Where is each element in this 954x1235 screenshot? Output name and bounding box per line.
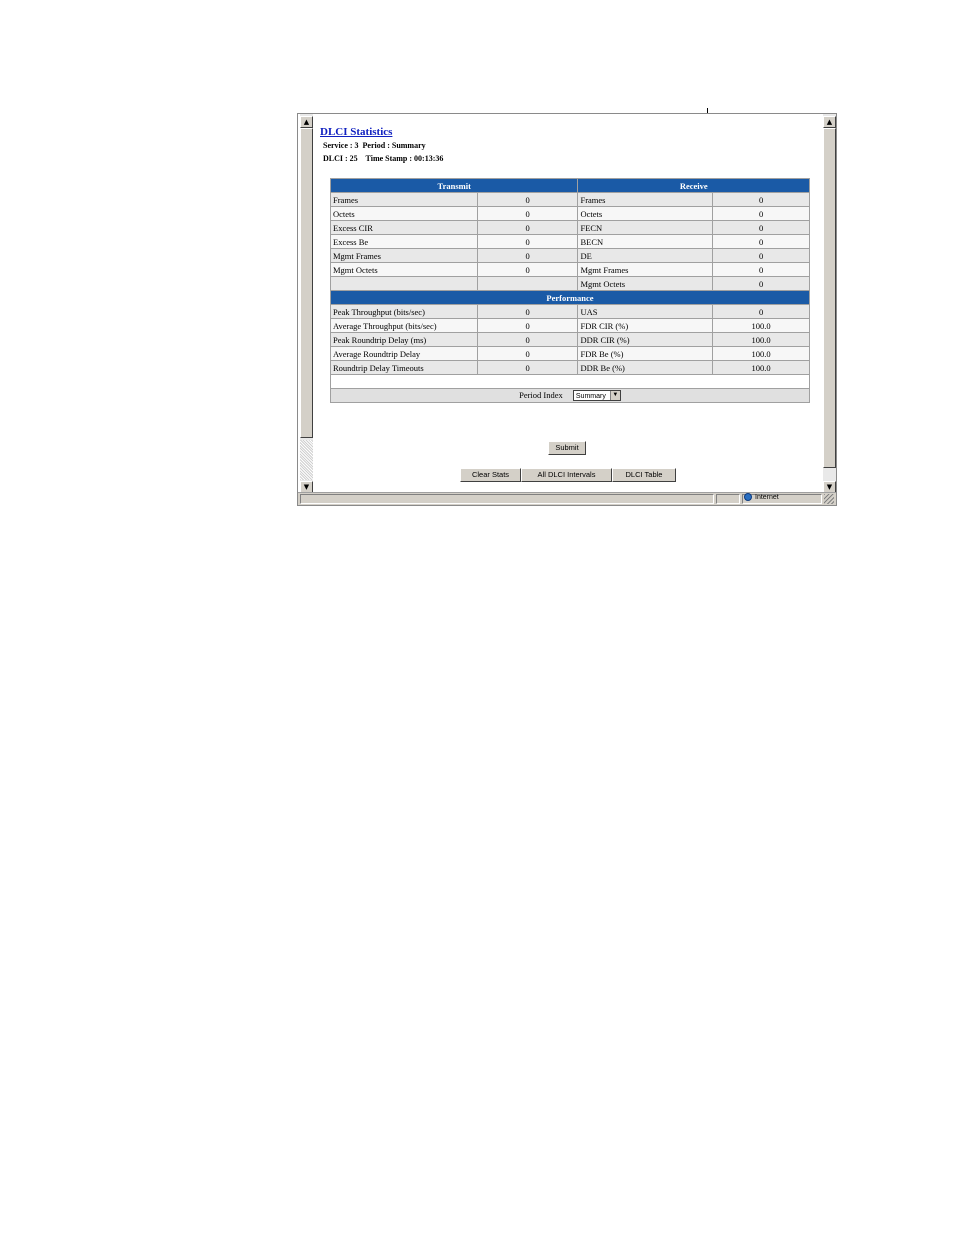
period-index-row: Period Index Summary ▼ — [330, 388, 810, 403]
receive-label: DE — [577, 248, 714, 263]
receive-value: 0 — [712, 248, 810, 263]
receive-label: Mgmt Frames — [577, 262, 714, 277]
receive-value: 0 — [712, 262, 810, 277]
submit-button[interactable]: Submit — [548, 441, 586, 455]
transmit-label: Peak Roundtrip Delay (ms) — [330, 332, 478, 347]
transmit-label: Average Throughput (bits/sec) — [330, 318, 478, 333]
left-scroll-track — [300, 440, 313, 480]
transmit-value: 0 — [476, 304, 579, 319]
receive-value: 100.0 — [712, 346, 810, 361]
receive-label: DDR CIR (%) — [577, 332, 714, 347]
right-scroll-thumb[interactable] — [823, 128, 836, 468]
transmit-label: Roundtrip Delay Timeouts — [330, 360, 478, 375]
receive-value: 0 — [712, 304, 810, 319]
period-index-label: Period Index — [519, 389, 563, 400]
receive-value: 0 — [712, 192, 810, 207]
transmit-label: Average Roundtrip Delay — [330, 346, 478, 361]
receive-label: UAS — [577, 304, 714, 319]
table-row: Mgmt Octets 0 Mgmt Frames 0 — [330, 262, 810, 277]
receive-header: Receive — [577, 178, 810, 193]
receive-value: 100.0 — [712, 332, 810, 347]
browser-window: ▲ ▼ DLCI Statistics Service : 3 Period :… — [297, 113, 837, 506]
receive-value: 0 — [712, 206, 810, 221]
left-scrollbar[interactable]: ▲ ▼ — [300, 114, 313, 493]
transmit-label: Mgmt Frames — [330, 248, 478, 263]
receive-value: 0 — [712, 234, 810, 249]
globe-icon — [744, 493, 752, 502]
receive-label: BECN — [577, 234, 714, 249]
security-zone: Internet — [744, 493, 779, 503]
status-pane-small — [716, 494, 740, 504]
status-bar: Internet — [298, 492, 836, 505]
table-row: Excess Be 0 BECN 0 — [330, 234, 810, 249]
transmit-header: Transmit — [329, 178, 579, 193]
dlci-stats-table: Transmit Receive Frames 0 Frames 0 Octets 0 Oc… — [329, 178, 810, 403]
transmit-value: 0 — [476, 192, 579, 207]
transmit-label: Mgmt Octets — [330, 262, 478, 277]
status-pane-main — [300, 494, 714, 504]
page-content: DLCI Statistics Service : 3 Period : Sum… — [316, 114, 824, 493]
transmit-label: Peak Throughput (bits/sec) — [330, 304, 478, 319]
transmit-value: 0 — [476, 346, 579, 361]
right-scrollbar[interactable]: ▲ ▼ — [823, 114, 836, 493]
transmit-value: 0 — [476, 248, 579, 263]
spacer-row — [330, 374, 810, 389]
table-row: Peak Roundtrip Delay (ms) 0 DDR CIR (%) 100… — [330, 332, 810, 347]
receive-label: FDR CIR (%) — [577, 318, 714, 333]
performance-header: Performance — [330, 290, 810, 305]
transmit-value: 0 — [476, 206, 579, 221]
counter-rows: Frames 0 Frames 0 Octets 0 Octets 0 Excess CIR 0 F… — [330, 192, 810, 291]
receive-value: 100.0 — [712, 318, 810, 333]
transmit-value: 0 — [476, 318, 579, 333]
receive-value: 0 — [712, 276, 810, 291]
left-scroll-thumb[interactable] — [300, 128, 313, 438]
scroll-up-icon[interactable]: ▲ — [823, 116, 836, 128]
transmit-label: Excess Be — [330, 234, 478, 249]
transmit-value: 0 — [476, 360, 579, 375]
transmit-receive-header-row: Transmit Receive — [329, 178, 810, 193]
clear-stats-button[interactable]: Clear Stats — [460, 468, 521, 482]
table-row: Roundtrip Delay Timeouts 0 DDR Be (%) 100.0 — [330, 360, 810, 375]
receive-label: Frames — [577, 192, 714, 207]
receive-label: DDR Be (%) — [577, 360, 714, 375]
dlci-timestamp-line: DLCI : 25 Time Stamp : 00:13:36 — [323, 154, 444, 163]
receive-label: FECN — [577, 220, 714, 235]
all-dlci-intervals-button[interactable]: All DLCI Intervals — [521, 468, 612, 482]
zone-label: Internet — [755, 494, 779, 501]
performance-rows: Peak Throughput (bits/sec) 0 UAS 0 Average T… — [330, 304, 810, 375]
period-index-select[interactable]: Summary ▼ — [572, 390, 621, 402]
performance-header-row: Performance — [330, 290, 810, 305]
table-row: Excess CIR 0 FECN 0 — [330, 220, 810, 235]
table-row: Average Roundtrip Delay 0 FDR Be (%) 100.0 — [330, 346, 810, 361]
transmit-label — [330, 276, 478, 291]
receive-label: FDR Be (%) — [577, 346, 714, 361]
transmit-value — [476, 276, 579, 291]
transmit-label: Octets — [330, 206, 478, 221]
service-period-line: Service : 3 Period : Summary — [323, 141, 426, 150]
scroll-up-icon[interactable]: ▲ — [300, 116, 313, 128]
receive-label: Mgmt Octets — [577, 276, 714, 291]
transmit-value: 0 — [476, 262, 579, 277]
transmit-label: Excess CIR — [330, 220, 478, 235]
table-row: Frames 0 Frames 0 — [330, 192, 810, 207]
table-row: Octets 0 Octets 0 — [330, 206, 810, 221]
dlci-table-button[interactable]: DLCI Table — [612, 468, 676, 482]
transmit-value: 0 — [476, 234, 579, 249]
transmit-label: Frames — [330, 192, 478, 207]
table-row: Mgmt Octets 0 — [330, 276, 810, 291]
page-title-link[interactable]: DLCI Statistics — [320, 126, 392, 138]
resize-grip[interactable] — [824, 494, 834, 504]
transmit-value: 0 — [476, 332, 579, 347]
receive-value: 0 — [712, 220, 810, 235]
transmit-value: 0 — [476, 220, 579, 235]
table-row: Peak Throughput (bits/sec) 0 UAS 0 — [330, 304, 810, 319]
period-index-value: Summary — [575, 393, 606, 401]
receive-label: Octets — [577, 206, 714, 221]
table-row: Mgmt Frames 0 DE 0 — [330, 248, 810, 263]
receive-value: 100.0 — [712, 360, 810, 375]
table-row: Average Throughput (bits/sec) 0 FDR CIR (%… — [330, 318, 810, 333]
chevron-down-icon[interactable]: ▼ — [609, 391, 620, 401]
